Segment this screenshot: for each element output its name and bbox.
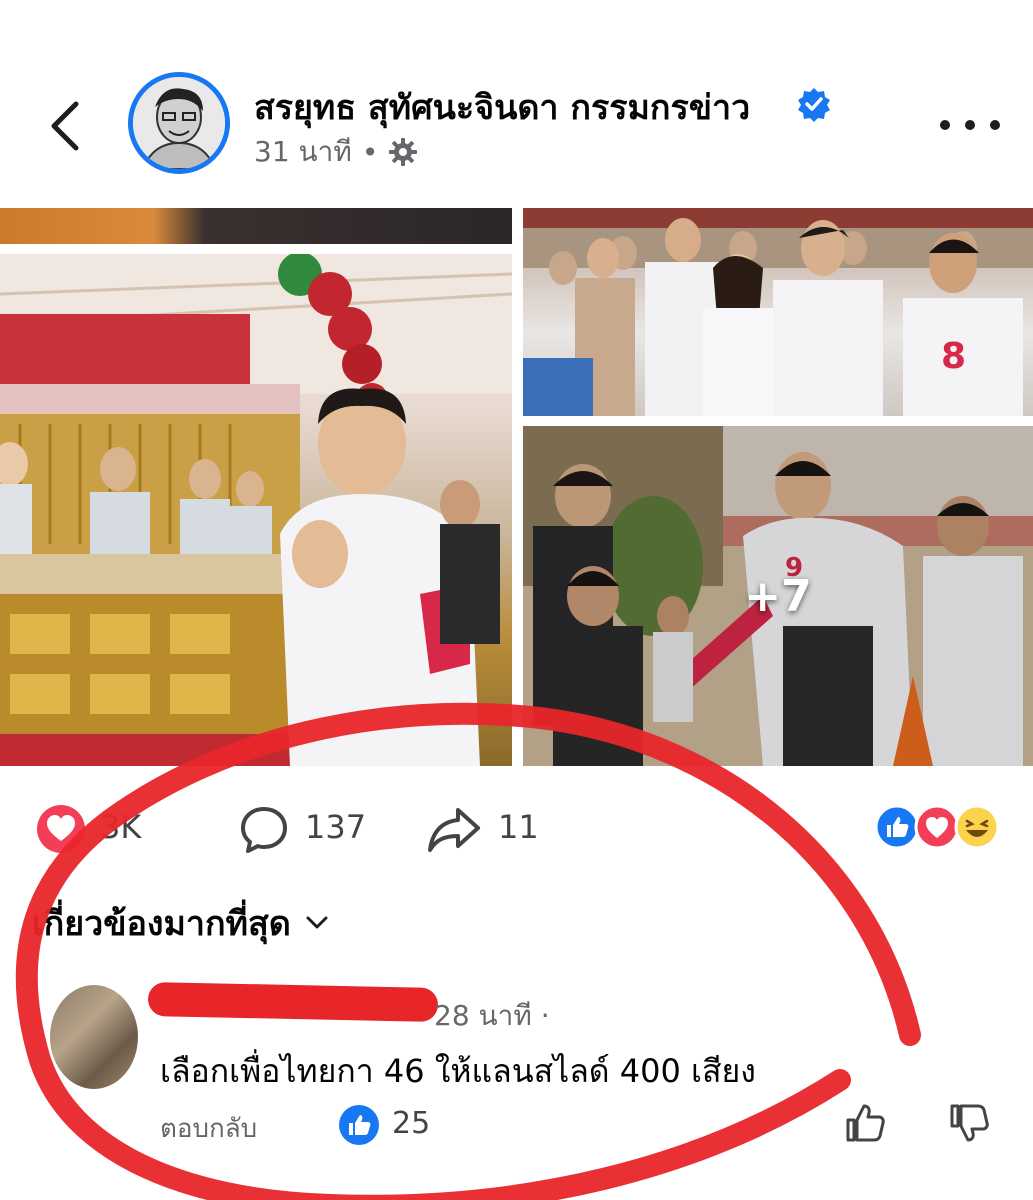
meta-separator: • <box>361 135 379 169</box>
author-avatar[interactable] <box>128 72 230 174</box>
facebook-post-screen: สรยุทธ สุทัศนะจินดา กรรมกรข่าว 31 นาที • <box>0 0 1033 1200</box>
chevron-left-icon <box>51 101 79 151</box>
more-dot <box>940 120 950 130</box>
post-meta: 31 นาที • <box>254 130 418 174</box>
comment-text: เลือกเพื่อไทยกา 46 ให้แลนสไลด์ 400 เสียง <box>160 1052 756 1090</box>
author-name[interactable]: สรยุทธ สุทัศนะจินดา กรรมกรข่าว <box>254 80 750 134</box>
reaction-bar: 3K 137 11 <box>0 800 1033 860</box>
thumbs-down-icon[interactable] <box>946 1100 992 1146</box>
verified-badge-icon <box>798 88 830 122</box>
comment-count[interactable]: 137 <box>305 808 366 846</box>
back-button[interactable] <box>40 96 90 156</box>
like-react-icon[interactable] <box>338 1104 380 1146</box>
post-time[interactable]: 31 นาที <box>254 130 352 174</box>
share-count[interactable]: 11 <box>498 808 539 846</box>
post-photo-strip[interactable] <box>0 208 512 244</box>
comment-time[interactable]: 28 นาที · <box>434 994 550 1038</box>
comment-icon[interactable] <box>238 804 290 856</box>
comment-like-count[interactable]: 25 <box>392 1106 430 1141</box>
more-dot <box>990 120 1000 130</box>
comment-sort-dropdown[interactable]: เกี่ยวข้องมากที่สุด <box>32 896 329 950</box>
post-photo-more[interactable]: 9 +7 <box>523 426 1033 766</box>
post-photo-1[interactable] <box>0 254 512 766</box>
reply-button[interactable]: ตอบกลับ <box>160 1108 257 1149</box>
more-options-button[interactable] <box>940 110 1000 140</box>
sort-label: เกี่ยวข้องมากที่สุด <box>32 904 291 944</box>
haha-react-icon <box>954 804 1000 850</box>
thumbs-up-icon[interactable] <box>842 1100 888 1146</box>
chevron-down-icon <box>306 916 328 929</box>
post-photo-2[interactable]: 8 <box>523 208 1033 416</box>
reaction-count[interactable]: 3K <box>100 808 141 846</box>
gear-icon <box>389 138 418 166</box>
more-photos-count[interactable]: +7 <box>523 426 1033 766</box>
love-react-icon[interactable] <box>36 804 86 854</box>
svg-text:8: 8 <box>941 336 966 377</box>
more-dot <box>965 120 975 130</box>
share-icon[interactable] <box>426 804 482 856</box>
reaction-summary[interactable] <box>874 804 1008 850</box>
commenter-avatar[interactable] <box>50 985 138 1089</box>
redacted-commenter-name <box>147 981 439 1023</box>
